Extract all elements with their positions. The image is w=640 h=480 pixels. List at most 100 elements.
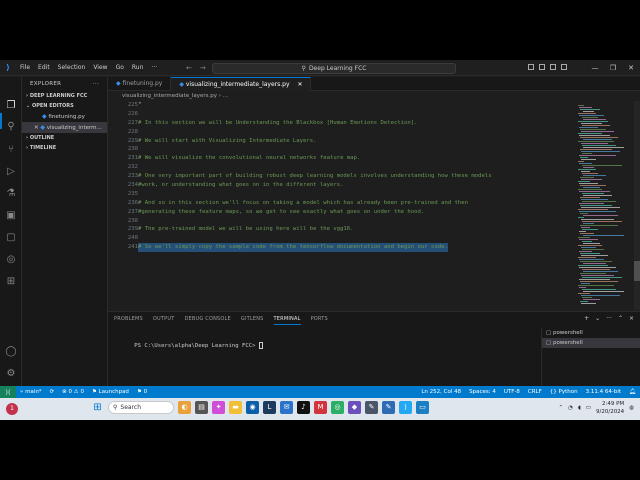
outline-section[interactable]: › OUTLINE — [22, 133, 107, 143]
testing-icon[interactable]: ⚗ — [4, 187, 18, 201]
taskbar-clock[interactable]: 2:49 PM 9/20/2024 — [596, 400, 624, 416]
cursor-position[interactable]: Ln 252, Col 48 — [417, 389, 465, 395]
open-editor-item-selected[interactable]: ✕ ◆ visualizing_interm... — [22, 122, 107, 133]
account-icon[interactable]: ◯ — [4, 345, 18, 359]
close-window-icon[interactable]: ✕ — [622, 60, 640, 76]
code-line[interactable]: 240 — [108, 234, 576, 243]
code-editor[interactable]: 225 " 226 227 # In this section we will be U… — [108, 101, 576, 310]
notifications-bell-icon[interactable]: 🔔︎ — [625, 389, 640, 395]
code-line[interactable]: 231 # We will visualize the convolutional… — [108, 154, 576, 163]
extensions-icon[interactable]: ⊞ — [4, 275, 18, 289]
menu-go[interactable]: Go — [112, 64, 128, 71]
back-arrow-icon[interactable]: ← — [186, 64, 192, 72]
folder-section[interactable]: › DEEP LEARNING FCC — [22, 91, 107, 101]
menu-file[interactable]: File — [16, 64, 34, 71]
code-line[interactable]: 236 # And so in this section we'll focus … — [108, 199, 576, 208]
app-icon[interactable]: ◆ — [348, 401, 361, 414]
terminal-item[interactable]: ▢ powershell — [542, 328, 640, 338]
screen-app-icon[interactable]: ▭ — [416, 401, 429, 414]
eol-status[interactable]: CRLF — [524, 389, 546, 395]
code-line[interactable]: 234 #work, or understanding what goes on … — [108, 181, 576, 190]
code-line[interactable]: 239 # The pre-trained model we will be us… — [108, 225, 576, 234]
tab-visualizing-intermediate-layers[interactable]: ◆ visualizing_intermediate_layers.py ✕ — [171, 77, 312, 91]
panel-more-icon[interactable]: ··· — [606, 315, 612, 322]
wifi-icon[interactable]: ◔ — [568, 405, 573, 411]
code-line[interactable]: 230 — [108, 145, 576, 154]
gitlens-icon[interactable]: ◎ — [4, 253, 18, 267]
tab-output[interactable]: OUTPUT — [153, 316, 175, 325]
timeline-section[interactable]: › TIMELINE — [22, 143, 107, 153]
docker-icon[interactable]: ▣ — [4, 209, 18, 223]
tab-debug-console[interactable]: DEBUG CONSOLE — [184, 316, 230, 325]
code-line[interactable]: 226 — [108, 110, 576, 119]
tab-terminal[interactable]: TERMINAL — [273, 316, 301, 325]
toggle-secondary-sidebar-icon[interactable] — [550, 64, 556, 70]
file-explorer-icon[interactable]: ▬ — [229, 401, 242, 414]
code-line[interactable]: 225 " — [108, 101, 576, 110]
language-mode[interactable]: {} Python — [546, 389, 582, 395]
mcafee-app-icon[interactable]: M — [314, 401, 327, 414]
volume-icon[interactable]: ◖ — [578, 405, 581, 411]
code-line[interactable]: 232 — [108, 163, 576, 172]
branch-status[interactable]: ⑂ main* — [16, 389, 46, 395]
open-editors-section[interactable]: ⌄ OPEN EDITORS — [22, 101, 107, 111]
copilot-app-icon[interactable]: ◐ — [178, 401, 191, 414]
run-debug-icon[interactable]: ▷ — [4, 165, 18, 179]
battery-icon[interactable]: ▭ — [586, 405, 591, 411]
open-editor-item[interactable]: ◆ finetuning.py — [22, 111, 107, 122]
code-line[interactable]: 228 — [108, 128, 576, 137]
tab-problems[interactable]: PROBLEMS — [114, 316, 143, 325]
minimize-icon[interactable]: — — [586, 60, 604, 76]
problems-status[interactable]: ⊗ 0 ⚠ 0 — [58, 389, 88, 395]
maximize-icon[interactable]: ❐ — [604, 60, 622, 76]
close-panel-icon[interactable]: × — [629, 315, 634, 322]
forward-arrow-icon[interactable]: → — [200, 64, 206, 72]
source-control-icon[interactable]: ⑂ — [4, 143, 18, 157]
task-view-icon[interactable]: ▤ — [195, 401, 208, 414]
edge-browser-icon[interactable]: ◉ — [246, 401, 259, 414]
terminal-dropdown-icon[interactable]: ⌄ — [595, 315, 600, 322]
remote-explorer-icon[interactable]: ▢ — [4, 231, 18, 245]
windows-start-icon[interactable]: ⊞ — [91, 401, 104, 414]
tab-finetuning[interactable]: ◆ finetuning.py — [108, 77, 172, 91]
editor-scrollbar[interactable] — [634, 101, 640, 310]
remote-indicator-icon[interactable]: ⟩⟨ — [0, 386, 16, 398]
minimap[interactable] — [576, 101, 634, 310]
terminal-item-active[interactable]: ▢ powershell — [542, 338, 640, 348]
chrome-browser-icon[interactable]: ◎ — [331, 401, 344, 414]
toggle-panel-icon[interactable] — [539, 64, 545, 70]
close-tab-icon[interactable]: ✕ — [297, 81, 302, 88]
code-line[interactable]: 241 # So we'll simply copy the sample cod… — [108, 243, 576, 253]
command-center[interactable]: ⚲ Deep Learning FCC — [212, 63, 456, 74]
new-terminal-icon[interactable]: + — [584, 315, 589, 322]
encoding-status[interactable]: UTF-8 — [500, 389, 524, 395]
indentation-status[interactable]: Spaces: 4 — [465, 389, 500, 395]
menu-view[interactable]: View — [89, 64, 111, 71]
menu-run[interactable]: Run — [128, 64, 148, 71]
explorer-more-icon[interactable]: ··· — [93, 77, 99, 91]
linkedin-app-icon[interactable]: L — [263, 401, 276, 414]
breadcrumb[interactable]: visualizing_intermediate_layers.py › ... — [108, 91, 228, 101]
ports-status[interactable]: ⚑ 0 — [133, 389, 151, 395]
manage-gear-icon[interactable]: ⚙ — [4, 367, 18, 381]
outlook-app-icon[interactable]: ✉ — [280, 401, 293, 414]
search-view-icon[interactable]: ⚲ — [4, 120, 18, 134]
python-interpreter[interactable]: 3.11.4 64-bit — [582, 389, 625, 395]
tab-ports[interactable]: PORTS — [311, 316, 328, 325]
tab-gitlens[interactable]: GITLENS — [241, 316, 264, 325]
menu-selection[interactable]: Selection — [54, 64, 90, 71]
code-line[interactable]: 235 — [108, 190, 576, 199]
notification-icon[interactable]: ◍ — [629, 405, 634, 411]
pen-app-icon[interactable]: ✎ — [365, 401, 378, 414]
terminal-output[interactable]: PS C:\Users\alpha\Deep Learning FCC> — [114, 336, 263, 355]
weather-widget-icon[interactable]: 1 — [6, 403, 18, 415]
menu-edit[interactable]: Edit — [34, 64, 54, 71]
launchpad-status[interactable]: ⚑ Launchpad — [88, 389, 133, 395]
tiktok-app-icon[interactable]: ♪ — [297, 401, 310, 414]
customize-layout-icon[interactable] — [561, 64, 567, 70]
edit-app-icon[interactable]: ✎ — [382, 401, 395, 414]
code-line[interactable]: 238 — [108, 217, 576, 226]
vscode-taskbar-icon[interactable]: ⟩ — [399, 401, 412, 414]
menu-more[interactable]: ··· — [147, 64, 161, 71]
maximize-panel-icon[interactable]: ⌃ — [618, 315, 623, 322]
